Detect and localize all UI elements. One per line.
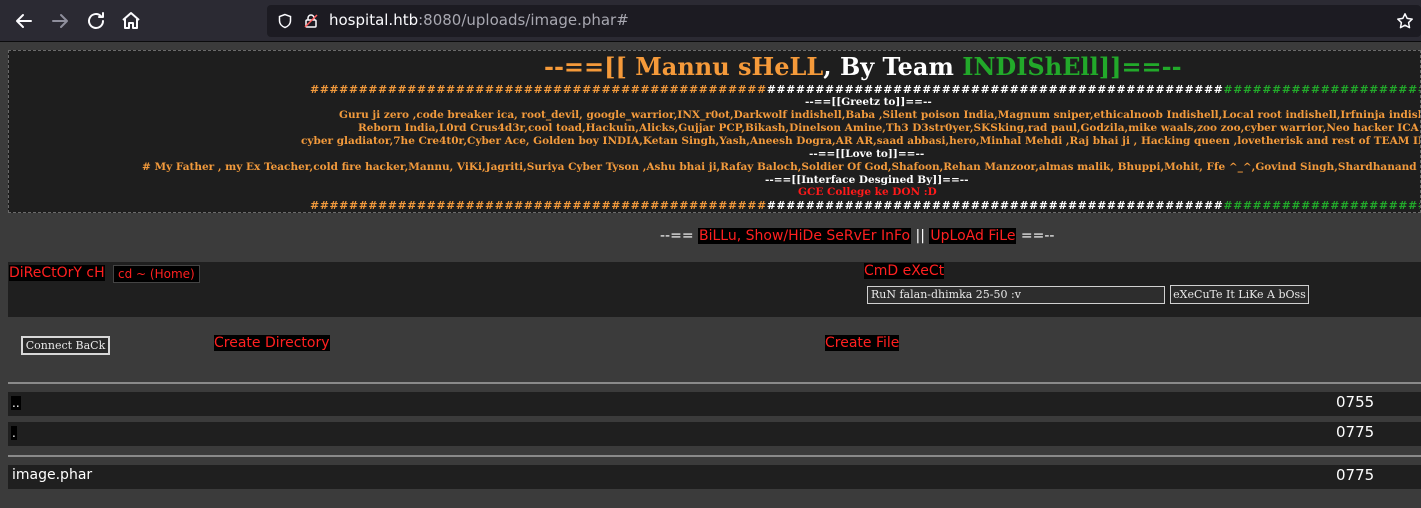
menu-prefix: --== — [660, 228, 699, 244]
connect-back-button[interactable]: Connect BaCk — [21, 336, 110, 355]
dir-name[interactable]: . — [11, 426, 17, 440]
shell-banner: --==[[ Mannu sHeLL, By Team INDIShEll]]=… — [8, 50, 1421, 213]
shield-icon[interactable] — [277, 13, 293, 29]
interface-credit: GCE College ke DON :D — [798, 186, 937, 198]
greetz-line-2: Reborn India,L0rd Crus4d3r,cool toad,Hac… — [358, 122, 1419, 134]
greetz-line-3: cyber gladiator,7he Cre4t0r,Cyber Ace, G… — [301, 135, 1421, 147]
dir-perm[interactable]: 0755 — [1336, 393, 1374, 411]
upload-file-link[interactable]: UpLoAd FiLe — [929, 228, 1017, 244]
execute-button[interactable]: eXeCuTe It LiKe A bOss — [1170, 285, 1309, 304]
hash-green: ########################################… — [1223, 199, 1420, 212]
server-info-toggle-link[interactable]: BiLLu, Show/HiDe SeRvEr InFo — [698, 228, 912, 244]
url-path: :8080/uploads/image.phar# — [418, 11, 629, 29]
command-panel: DiReCtOrY cH cd ~ (Home) CmD eXeCt RuN f… — [8, 262, 1421, 317]
url-bar[interactable]: hospital.htb:8080/uploads/image.phar# — [267, 5, 1421, 37]
create-file-link[interactable]: Create File — [825, 335, 900, 351]
home-icon[interactable] — [119, 9, 143, 33]
title-right: INDIShEll]]==-- — [962, 52, 1182, 81]
love-line: # My Father , my Ex Teacher,cold fire ha… — [142, 161, 1420, 173]
divider — [8, 382, 1421, 384]
shell-menu: --== BiLLu, Show/HiDe SeRvEr InFo || UpL… — [660, 228, 1054, 244]
dir-perm[interactable]: 0775 — [1336, 423, 1374, 441]
hash-green: ########################################… — [1223, 83, 1420, 96]
menu-suffix: ==-- — [1016, 228, 1055, 244]
table-row[interactable]: image.phar 0775 — [8, 465, 1421, 489]
back-arrow-icon[interactable] — [12, 9, 36, 33]
hash-white: ########################################… — [766, 199, 1224, 212]
greetz-line-1: Guru ji zero ,code breaker ica, root_dev… — [339, 109, 1421, 121]
directory-change-label: DiReCtOrY cH — [9, 265, 105, 281]
command-input[interactable]: RuN falan-dhimka 25-50 :v — [867, 286, 1165, 304]
url-host: hospital.htb — [329, 11, 419, 29]
browser-toolbar: hospital.htb:8080/uploads/image.phar# — [0, 0, 1421, 42]
love-heading: --==[[Love to]]==-- — [809, 148, 925, 160]
insecure-lock-icon[interactable] — [303, 13, 319, 29]
url-text[interactable]: hospital.htb:8080/uploads/image.phar# — [329, 11, 629, 29]
hash-orange: ########################################… — [310, 199, 767, 212]
table-row[interactable]: .. 0755 — [8, 392, 1421, 416]
interface-heading: --==[[Interface Desgined By]]==-- — [765, 174, 969, 186]
hash-divider-bottom: ########################################… — [310, 199, 1420, 212]
title-mid: , By Team — [823, 52, 963, 81]
greetz-heading: --==[[Greetz to]]==-- — [805, 96, 932, 108]
bookmark-star-icon[interactable] — [1396, 12, 1414, 30]
dir-name[interactable]: .. — [11, 396, 21, 410]
hash-divider-top: ########################################… — [310, 83, 1420, 96]
reload-icon[interactable] — [84, 9, 108, 33]
hash-orange: ########################################… — [310, 83, 767, 96]
table-row[interactable]: . 0775 — [8, 422, 1421, 446]
menu-separator: || — [911, 228, 930, 244]
cmd-exec-label: CmD eXeCt — [864, 263, 945, 279]
forward-arrow-icon[interactable] — [48, 9, 72, 33]
create-directory-link[interactable]: Create Directory — [214, 335, 330, 351]
directory-select[interactable]: cd ~ (Home) — [113, 265, 200, 283]
divider — [8, 455, 1421, 457]
file-perm[interactable]: 0775 — [1336, 466, 1374, 484]
hash-white: ########################################… — [766, 83, 1224, 96]
banner-title: --==[[ Mannu sHeLL, By Team INDIShEll]]=… — [544, 52, 1182, 81]
file-name[interactable]: image.phar — [11, 467, 93, 483]
title-left: --==[[ Mannu sHeLL — [544, 52, 824, 81]
